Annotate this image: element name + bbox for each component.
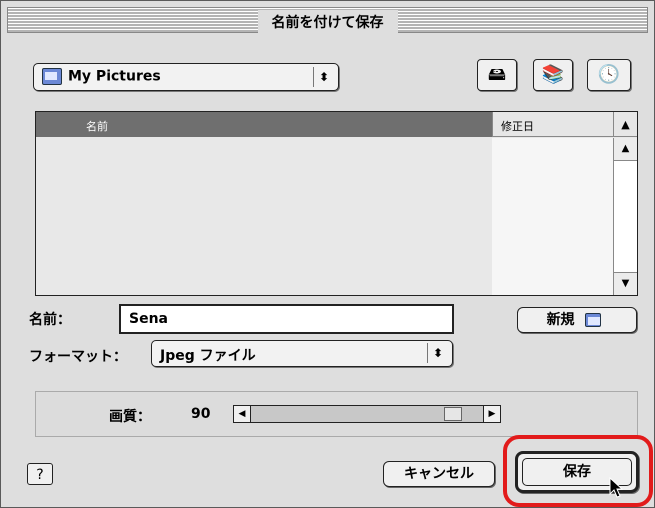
help-button[interactable]: ?: [27, 463, 53, 485]
vertical-scrollbar[interactable]: ▲ ▼: [613, 138, 637, 295]
name-column-header[interactable]: 名前: [36, 112, 492, 137]
scroll-up-arrow-icon[interactable]: ▲: [614, 138, 637, 161]
format-label: フォーマット：: [29, 349, 127, 365]
desktop-button[interactable]: 🖴: [477, 59, 517, 91]
favorites-icon: 📚: [541, 64, 565, 85]
list-header: 名前 修正日 ▲: [36, 112, 637, 138]
format-popup[interactable]: Jpeg ファイル ⬍: [151, 340, 453, 367]
sort-direction-icon[interactable]: ▲: [613, 112, 637, 137]
recent-button[interactable]: 🕓: [587, 59, 631, 91]
save-highlight-box: [503, 435, 653, 507]
scroll-down-arrow-icon[interactable]: ▼: [614, 272, 637, 295]
title-bar[interactable]: 名前を付けて保存: [7, 7, 648, 34]
quality-value: 90: [191, 406, 211, 422]
file-list[interactable]: 名前 修正日 ▲ ▲ ▼: [35, 111, 638, 296]
name-label: 名前：: [29, 312, 71, 328]
new-folder-icon: [585, 313, 602, 327]
quality-label: 画質：: [109, 409, 151, 425]
cancel-button[interactable]: キャンセル: [383, 461, 495, 487]
new-folder-button[interactable]: 新規: [517, 307, 637, 333]
drive-icon: 🖴: [487, 64, 507, 85]
format-value: Jpeg ファイル: [160, 348, 256, 364]
slider-right-arrow-icon[interactable]: ▶: [483, 406, 500, 422]
folder-icon: [42, 68, 62, 85]
popup-arrows-icon: ⬍: [313, 67, 334, 87]
folder-popup[interactable]: My Pictures ⬍: [33, 63, 339, 91]
slider-left-arrow-icon[interactable]: ◀: [234, 406, 251, 422]
format-arrows-icon: ⬍: [427, 343, 448, 363]
date-column-header[interactable]: 修正日: [492, 112, 613, 137]
clock-icon: 🕓: [597, 64, 621, 85]
file-list-body[interactable]: [36, 138, 492, 295]
new-button-label: 新規: [546, 312, 575, 328]
slider-thumb[interactable]: [444, 407, 462, 421]
folder-label: My Pictures: [68, 68, 161, 85]
help-icon: ?: [36, 467, 44, 483]
filename-input[interactable]: Sena: [119, 304, 454, 334]
date-column-body[interactable]: [492, 138, 613, 295]
dialog-title: 名前を付けて保存: [257, 10, 398, 34]
quality-slider[interactable]: ◀ ▶: [233, 405, 501, 423]
save-dialog: 名前を付けて保存 My Pictures ⬍ 🖴 📚 🕓 名前 修正日 ▲ ▲ …: [0, 0, 655, 508]
favorites-button[interactable]: 📚: [533, 59, 573, 91]
